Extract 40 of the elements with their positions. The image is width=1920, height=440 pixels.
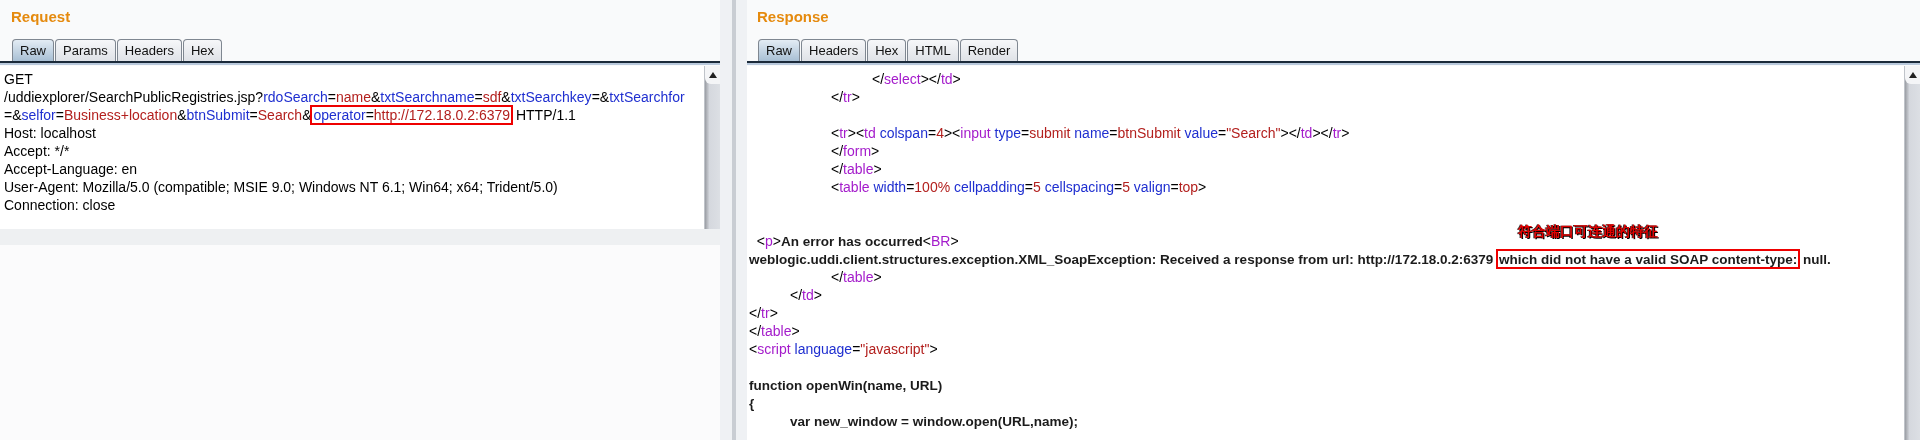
tab[interactable]: Render — [959, 39, 1019, 61]
tab[interactable]: Raw — [12, 39, 54, 61]
code-line: Accept-Language: en — [4, 160, 139, 178]
code-line: </table> — [830, 268, 883, 286]
code-line: weblogic.uddi.client.structures.exception.XML_SoapException: Received a response from url: http://172.18.0.2:6379 which did not have a valid SOAP content-type: null. — [749, 250, 1904, 268]
code-line: <table width=100% cellpadding=5 cellspacing=5 valign=top> — [830, 178, 1208, 196]
code-line: </select></td> — [871, 70, 962, 88]
tab[interactable]: Hex — [182, 39, 223, 61]
code-line: <script language="javascript"> — [749, 340, 939, 358]
panel-title: Response — [757, 8, 830, 26]
tab[interactable]: Hex — [867, 39, 907, 61]
code-line: function openWin(name, URL) — [749, 377, 944, 394]
code-line: </tr> — [830, 88, 861, 106]
code-line: Connection: close — [4, 196, 117, 214]
code-line: </form> — [830, 142, 881, 160]
code-line: <p>An error has occurred<BR> — [755, 232, 960, 250]
code-line: </td> — [789, 286, 823, 304]
code-line: var new_window = window.open(URL,name); — [789, 413, 1079, 430]
code-line: Host: localhost — [4, 124, 97, 142]
tab[interactable]: Headers — [801, 39, 867, 61]
code-line: =&selfor=Business+location&btnSubmit=Search&operator=http://172.18.0.2:6379 HTTP/1.1 — [4, 106, 577, 124]
code-line: <tr><td colspan=4><input type=submit name=btnSubmit value="Search"></td></tr> — [830, 124, 1351, 142]
code-line: Accept: */* — [4, 142, 71, 160]
vertical-scrollbar[interactable] — [704, 66, 720, 229]
tab[interactable]: Headers — [116, 39, 182, 61]
code-line: /uddiexplorer/SearchPublicRegistries.jsp?rdoSearch=name&txtSearchname=sdf&txtSearchkey=&txtSearchfor — [4, 88, 686, 106]
annotation-label: 符合端口可连通的特征 — [1518, 223, 1658, 241]
code-line: User-Agent: Mozilla/5.0 (compatible; MSIE 9.0; Windows NT 6.1; Win64; x64; Trident/5.0) — [4, 178, 559, 196]
vertical-scrollbar[interactable] — [1904, 66, 1920, 440]
code-line: </table> — [830, 160, 883, 178]
tab[interactable]: HTML — [907, 39, 959, 61]
code-line: </tr> — [749, 304, 779, 322]
arrow-up-icon[interactable] — [1908, 72, 1917, 78]
tab[interactable]: Params — [55, 39, 116, 61]
arrow-up-icon[interactable] — [708, 72, 717, 78]
panel-title: Request — [11, 8, 72, 26]
code-line: GET — [4, 70, 34, 88]
tab[interactable]: Raw — [758, 39, 800, 61]
code-line: </table> — [749, 322, 801, 340]
code-line: { — [749, 395, 756, 412]
